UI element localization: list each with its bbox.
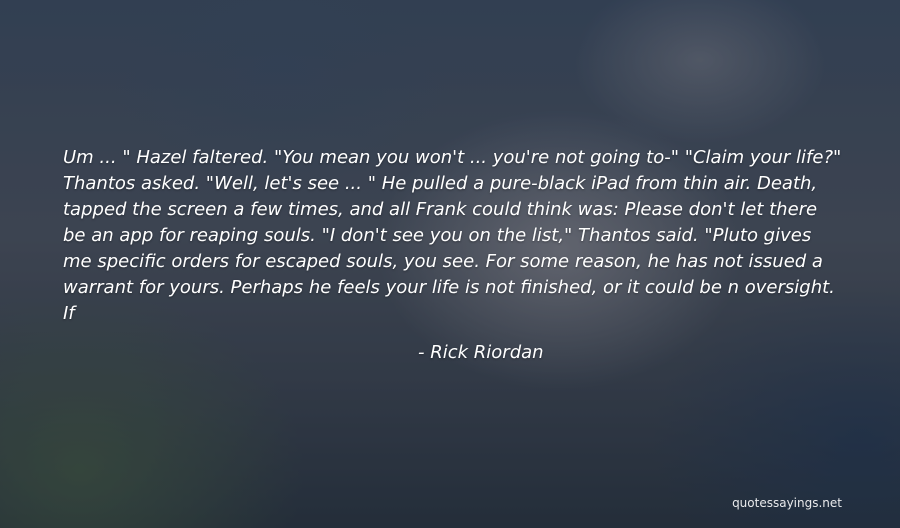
quote-author: - Rick Riordan [418,342,544,363]
quote-text: Um ... " Hazel faltered. "You mean you w… [63,147,842,324]
site-watermark: quotessayings.net [732,496,842,510]
